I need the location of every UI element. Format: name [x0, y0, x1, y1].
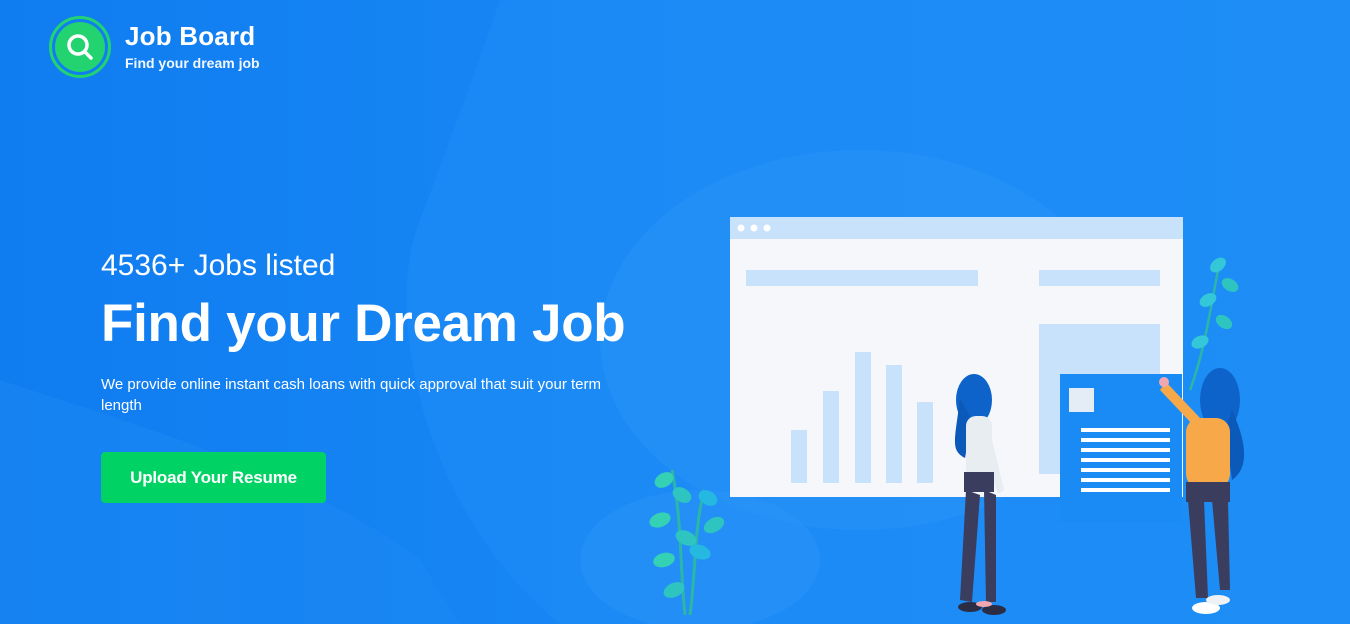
upload-resume-button[interactable]: Upload Your Resume [101, 452, 326, 503]
brand-logo[interactable]: Job Board Find your dream job [49, 16, 260, 78]
hero-illustration [649, 217, 1245, 616]
document-icon [1060, 374, 1182, 522]
brand-tagline: Find your dream job [125, 55, 260, 71]
hero-section: Job Board Find your dream job 4536+ Jobs… [0, 0, 1350, 624]
jobs-listed-count: 4536+ Jobs listed [101, 249, 336, 282]
plant-left-icon [649, 469, 725, 616]
brand-name: Job Board [125, 21, 256, 51]
hero-description: We provide online instant cash loans wit… [101, 376, 601, 414]
hero-copy: 4536+ Jobs listed Find your Dream Job We… [101, 246, 626, 416]
logo-mark [49, 16, 111, 78]
magnifier-icon [67, 34, 93, 60]
page-title: Find your Dream Job [101, 294, 626, 353]
